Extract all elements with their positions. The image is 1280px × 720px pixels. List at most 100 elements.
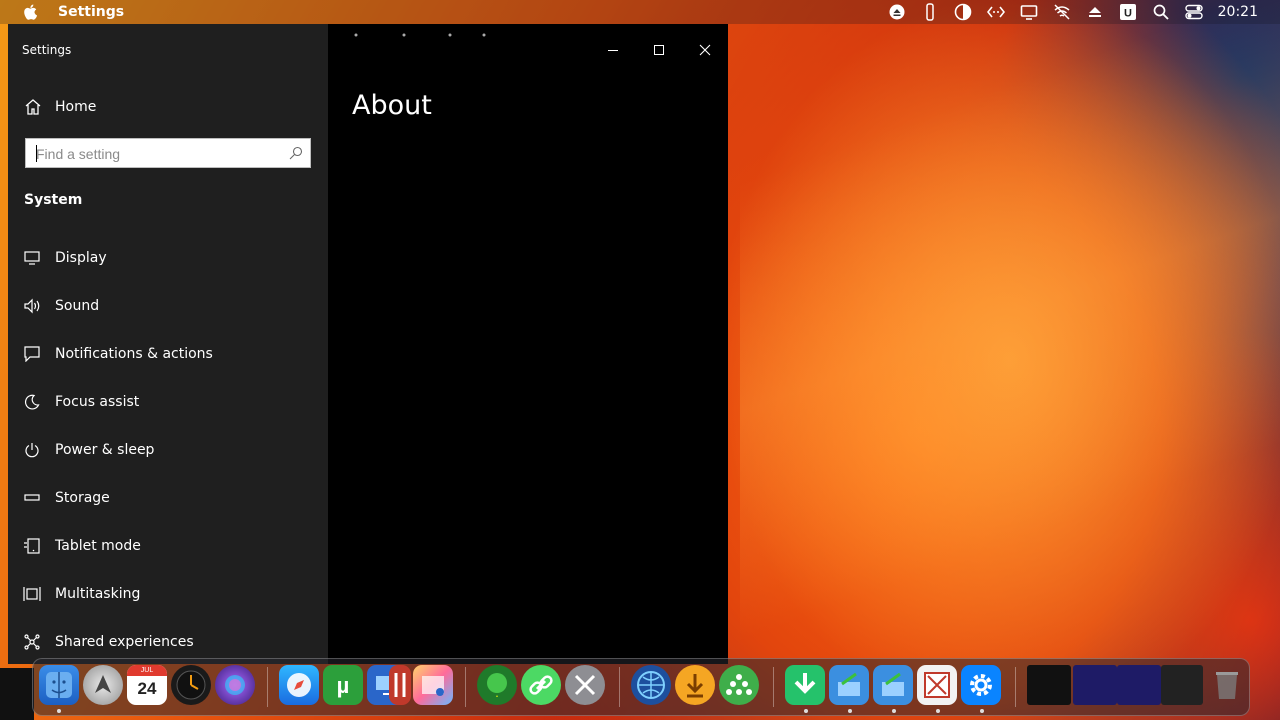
- tablet-icon: [23, 537, 41, 555]
- downloader-icon[interactable]: [675, 665, 715, 705]
- setting-search-input[interactable]: [34, 143, 278, 165]
- nav-item-label: Tablet mode: [55, 538, 141, 554]
- nav-item-label: Shared experiences: [55, 634, 194, 650]
- home-link[interactable]: Home: [24, 98, 96, 116]
- dropbox-like-icon[interactable]: [921, 3, 939, 21]
- maximize-button[interactable]: [636, 38, 682, 62]
- nav-item-label: Storage: [55, 490, 110, 506]
- nav-item-tablet-mode[interactable]: Tablet mode: [8, 522, 328, 570]
- running-indicator: [57, 709, 61, 713]
- calendar-day: 24: [137, 679, 157, 698]
- contrast-icon[interactable]: [954, 3, 972, 21]
- www-globe-icon[interactable]: [631, 665, 671, 705]
- section-heading-system: System: [24, 192, 83, 208]
- svg-text:µ: µ: [337, 673, 350, 698]
- settings-sidebar: Settings Home System Display Sound Notif…: [8, 24, 328, 664]
- dock-separator: [619, 667, 620, 707]
- window-title: Settings: [22, 43, 72, 57]
- running-indicator: [892, 709, 896, 713]
- svg-text:U: U: [1124, 8, 1132, 20]
- running-indicator: [980, 709, 984, 713]
- nav-item-display[interactable]: Display: [8, 234, 328, 282]
- moon-icon: [23, 393, 41, 411]
- home-label: Home: [55, 99, 97, 115]
- clock-icon[interactable]: [171, 665, 211, 705]
- wifi-off-icon[interactable]: [1053, 3, 1071, 21]
- close-icon: [699, 44, 711, 56]
- downloads-folder-icon[interactable]: [785, 665, 825, 705]
- minimize-icon: [608, 50, 618, 51]
- background-window-edge: [0, 668, 34, 720]
- safari-icon[interactable]: [279, 665, 319, 705]
- minimized-window-thumbnail[interactable]: [1161, 665, 1203, 705]
- nav-item-label: Focus assist: [55, 394, 140, 410]
- nav-item-label: Display: [55, 250, 107, 266]
- nav-item-label: Multitasking: [55, 586, 141, 602]
- nav-item-power-sleep[interactable]: Power & sleep: [8, 426, 328, 474]
- running-indicator: [936, 709, 940, 713]
- minimized-window-thumbnail[interactable]: [1117, 665, 1161, 705]
- nav-item-label: Power & sleep: [55, 442, 155, 458]
- control-center-icon[interactable]: [1184, 3, 1203, 21]
- speaker-icon: [23, 297, 41, 315]
- home-icon: [25, 99, 41, 115]
- settings-content-pane: About: [328, 24, 728, 664]
- image-viewer-icon[interactable]: [917, 665, 957, 705]
- settings-gear-icon[interactable]: [961, 665, 1001, 705]
- active-app-name[interactable]: Settings: [58, 4, 124, 20]
- close-button[interactable]: [682, 38, 728, 62]
- share-icon: [23, 633, 41, 651]
- nav-item-focus-assist[interactable]: Focus assist: [8, 378, 328, 426]
- dock-separator: [773, 667, 774, 707]
- power-icon: [23, 441, 41, 459]
- nav-item-storage[interactable]: Storage: [8, 474, 328, 522]
- setting-search-box[interactable]: [25, 138, 311, 168]
- running-indicator: [804, 709, 808, 713]
- dock-separator: [267, 667, 268, 707]
- system-nav-list: Display Sound Notifications & actions Fo…: [8, 234, 328, 664]
- nav-item-label: Notifications & actions: [55, 346, 213, 362]
- installer-icon-2[interactable]: [873, 665, 913, 705]
- minimized-window-thumbnail[interactable]: [1027, 665, 1071, 705]
- utilities-tools-icon[interactable]: [565, 665, 605, 705]
- installer-icon[interactable]: [829, 665, 869, 705]
- eject-icon[interactable]: [1086, 3, 1104, 21]
- apple-menu-icon[interactable]: [23, 4, 37, 20]
- search-icon[interactable]: [289, 146, 303, 160]
- dock-separator: [1015, 667, 1016, 707]
- dock-separator: [465, 667, 466, 707]
- monitor-icon: [23, 249, 41, 267]
- calendar-icon[interactable]: JUL 24: [127, 665, 167, 705]
- svg-text:•: •: [496, 694, 498, 700]
- display-icon[interactable]: [1020, 3, 1038, 21]
- trash-icon[interactable]: [1207, 665, 1247, 705]
- code-arrows-icon[interactable]: [986, 3, 1005, 21]
- nav-item-multitasking[interactable]: Multitasking: [8, 570, 328, 618]
- utorrent-icon[interactable]: µ: [323, 665, 363, 705]
- running-indicator: [848, 709, 852, 713]
- finder-icon[interactable]: [39, 665, 79, 705]
- dots-grid-app-icon[interactable]: [719, 665, 759, 705]
- siri-icon[interactable]: [215, 665, 255, 705]
- minimized-window-thumbnail[interactable]: [1073, 665, 1117, 705]
- dock: JUL 24 µ •: [32, 658, 1250, 716]
- minimize-button[interactable]: [590, 38, 636, 62]
- spotlight-search-icon[interactable]: [1152, 3, 1170, 21]
- preview-photos-icon[interactable]: [413, 665, 453, 705]
- nav-item-notifications[interactable]: Notifications & actions: [8, 330, 328, 378]
- parallels-icon[interactable]: [389, 665, 411, 705]
- calendar-month: JUL: [127, 665, 167, 676]
- page-title: About: [352, 90, 432, 121]
- u-app-icon[interactable]: U: [1119, 3, 1137, 21]
- notification-icon: [23, 345, 41, 363]
- nav-item-sound[interactable]: Sound: [8, 282, 328, 330]
- settings-window: Settings Home System Display Sound Notif…: [8, 24, 728, 664]
- maximize-icon: [654, 45, 664, 55]
- collabsysos-icon[interactable]: •: [477, 665, 517, 705]
- eject-circle-icon[interactable]: [888, 3, 906, 21]
- launchpad-icon[interactable]: [83, 665, 123, 705]
- menu-bar: Settings U 20:21: [0, 0, 1280, 24]
- link-icon[interactable]: [521, 665, 561, 705]
- menubar-clock[interactable]: 20:21: [1218, 4, 1258, 20]
- multitask-icon: [23, 585, 41, 603]
